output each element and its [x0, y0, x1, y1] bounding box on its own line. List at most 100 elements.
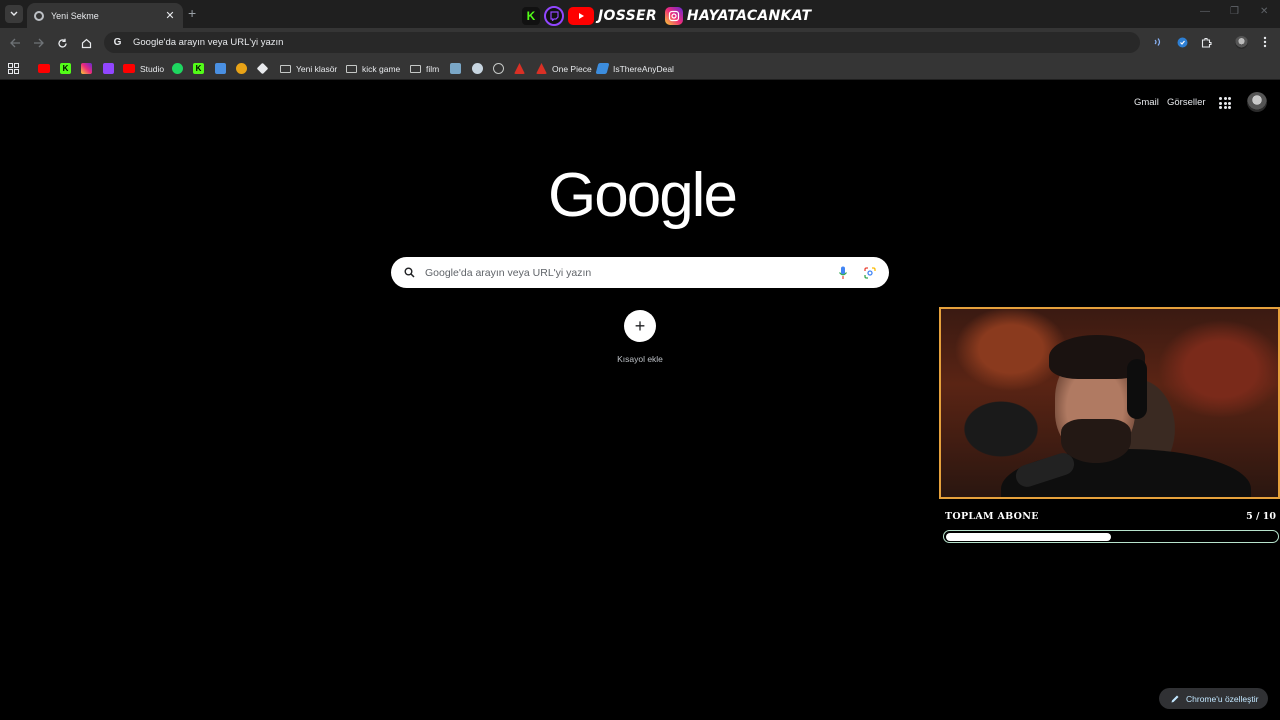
folder-icon [280, 64, 291, 73]
bookmark-folder-yeni-klasor[interactable]: Yeni klasör [280, 62, 337, 75]
bookmark-diamond[interactable] [256, 62, 269, 75]
forward-button[interactable] [30, 35, 46, 51]
itad-icon [595, 63, 610, 74]
maximize-button[interactable]: ❐ [1230, 6, 1239, 17]
add-shortcut-button[interactable]: + [624, 310, 656, 342]
bookmark-kick-2[interactable]: K [193, 62, 204, 75]
search-input[interactable]: Google'da arayın veya URL'yi yazın [425, 267, 838, 279]
bookmark-mail[interactable] [215, 62, 226, 75]
headphones-icon [1127, 359, 1147, 419]
instagram-icon [664, 7, 683, 25]
youtube-studio-icon [123, 64, 135, 73]
microphone-icon[interactable] [838, 266, 848, 280]
new-tab-button[interactable]: + [188, 6, 196, 20]
bookmark-label: IsThereAnyDeal [613, 63, 674, 74]
twitch-icon [103, 63, 114, 74]
account-avatar[interactable] [1247, 92, 1267, 112]
bookmark-folder-kick-game[interactable]: kick game [346, 62, 400, 75]
bookmark-spotify[interactable] [172, 62, 183, 75]
gmail-link[interactable]: Gmail [1134, 97, 1159, 108]
image-icon [450, 63, 461, 74]
google-lens-icon[interactable] [864, 266, 876, 279]
customize-chrome-button[interactable]: Chrome'u özelleştir [1159, 688, 1268, 709]
kick-icon: K [60, 63, 71, 74]
bookmark-label: Yeni klasör [296, 63, 338, 74]
tab-new-tab[interactable]: Yeni Sekme ✕ [27, 3, 183, 28]
bookmark-isthereanydeal[interactable]: IsThereAnyDeal [595, 62, 674, 75]
game-icon [236, 63, 247, 74]
bookmark-youtube[interactable] [38, 62, 50, 75]
images-link[interactable]: Görseller [1167, 97, 1206, 108]
pencil-icon [1171, 695, 1179, 702]
steam-icon [472, 63, 483, 74]
arrow-left-icon [9, 38, 20, 48]
bookmark-steam[interactable] [472, 62, 483, 75]
bookmark-red-mark[interactable] [514, 62, 525, 75]
globe-icon [493, 63, 504, 74]
more-menu-icon[interactable] [1258, 35, 1272, 49]
search-box[interactable]: Google'da arayın veya URL'yi yazın [391, 257, 889, 288]
bookmark-kick[interactable]: K [60, 62, 71, 75]
mail-icon [215, 63, 226, 74]
instagram-icon [81, 63, 92, 74]
bookmark-globe[interactable] [493, 62, 504, 75]
extensions-puzzle-icon[interactable] [1199, 35, 1213, 49]
webcam-overlay [939, 307, 1280, 499]
profile-avatar-toolbar[interactable] [1234, 35, 1248, 49]
bookmark-game[interactable] [236, 62, 247, 75]
bookmark-folder-film[interactable]: film [410, 62, 439, 75]
subscriber-goal-progress [943, 530, 1279, 543]
customize-chrome-label: Chrome'u özelleştir [1186, 693, 1259, 704]
bookmark-instagram[interactable] [81, 62, 92, 75]
google-icon: G [113, 37, 122, 48]
youtube-channel-name: JOSSER [598, 8, 657, 24]
bookmark-one-piece[interactable]: One Piece [536, 62, 592, 75]
youtube-icon [38, 64, 50, 73]
minimize-button[interactable]: — [1200, 6, 1210, 17]
search-icon [404, 267, 415, 278]
address-bar-text: Google'da arayın veya URL'yi yazın [133, 37, 284, 48]
twitch-icon [544, 6, 564, 26]
arrow-right-icon [33, 38, 44, 48]
instagram-handle: HAYATACANKAT [686, 8, 812, 24]
close-tab-icon[interactable]: ✕ [163, 9, 177, 23]
bookmark-studio[interactable]: Studio [123, 62, 164, 75]
tab-search-button[interactable] [5, 5, 23, 23]
back-button[interactable] [7, 35, 23, 51]
tab-title: Yeni Sekme [51, 10, 99, 21]
add-shortcut-label: Kısayol ekle [617, 354, 663, 364]
google-logo: Google [548, 161, 738, 230]
red-mark-icon [514, 63, 525, 74]
youtube-icon [568, 7, 594, 25]
subscriber-goal-count: 5 / 10 [1246, 511, 1276, 522]
subscriber-goal-fill [945, 532, 1111, 541]
chrome-icon [34, 10, 44, 21]
google-apps-icon[interactable] [1219, 97, 1231, 109]
subscriber-goal-label: TOPLAM ABONE [945, 511, 1039, 522]
spotify-icon [172, 63, 183, 74]
bookmark-label: film [426, 63, 440, 74]
close-window-button[interactable]: ✕ [1260, 6, 1268, 17]
bookmark-image[interactable] [450, 62, 461, 75]
reload-button[interactable] [54, 35, 70, 51]
bookmark-label: kick game [362, 63, 401, 74]
one-piece-icon [536, 63, 547, 74]
home-button[interactable] [78, 35, 94, 51]
kick-icon: K [193, 63, 204, 74]
extension-blue-icon[interactable] [1175, 35, 1189, 49]
chevron-down-icon [10, 11, 18, 16]
reload-icon [57, 38, 67, 48]
bookmark-label: One Piece [552, 63, 592, 74]
diamond-icon [256, 62, 269, 75]
media-extension-icon[interactable] [1150, 35, 1164, 49]
bookmark-twitch[interactable] [103, 62, 114, 75]
apps-shortcut[interactable] [8, 62, 19, 75]
apps-grid-icon [8, 63, 19, 74]
bookmarks-bar: K Studio K Yeni klasör kick game film On… [0, 57, 1280, 80]
stream-overlay-banner: K JOSSER HAYATACANKAT [522, 5, 819, 27]
address-bar[interactable]: G Google'da arayın veya URL'yi yazın [104, 32, 1140, 53]
home-icon [81, 38, 91, 48]
tab-strip: Yeni Sekme ✕ + K JOSSER HAYATACANKAT — ❐… [0, 0, 1280, 28]
folder-icon [346, 64, 357, 73]
kick-icon: K [522, 7, 540, 25]
